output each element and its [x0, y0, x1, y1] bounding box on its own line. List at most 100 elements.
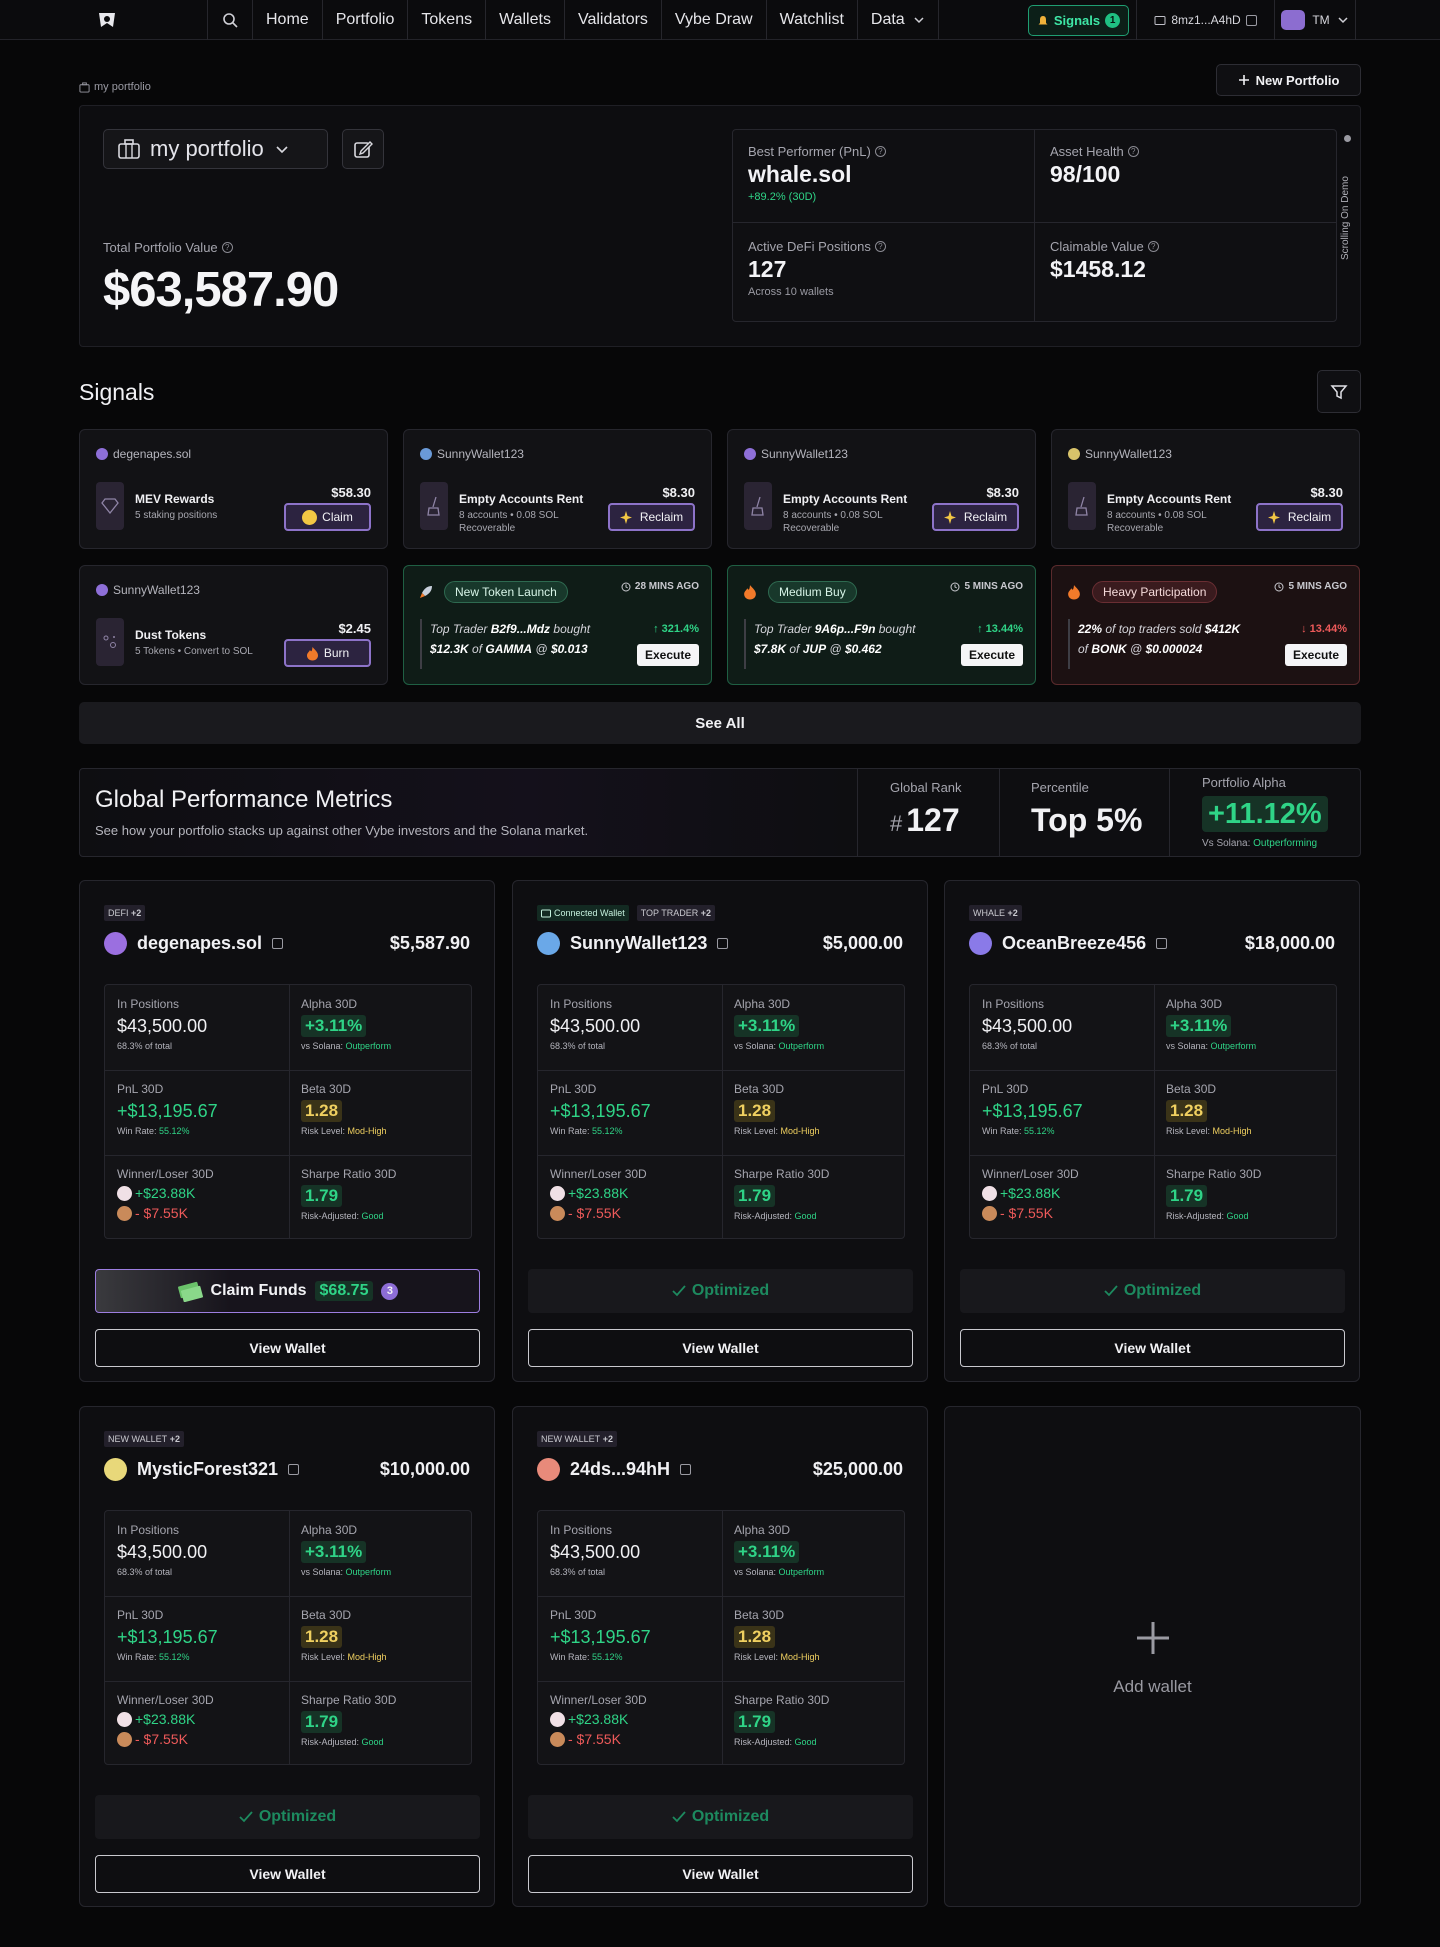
sharpe-cell: Sharpe Ratio 30D 1.79 Risk-Adjusted: Good — [722, 1681, 906, 1766]
percentile-label: Percentile — [1031, 780, 1089, 795]
reclaim-button[interactable]: Reclaim — [1256, 503, 1343, 531]
reclaim-button[interactable]: Reclaim — [932, 503, 1019, 531]
nav-tokens[interactable]: Tokens — [407, 0, 485, 40]
reclaim-button[interactable]: Reclaim — [608, 503, 695, 531]
portfolio-selector[interactable]: my portfolio — [103, 129, 328, 169]
cell-sub: Risk Level: Mod-High — [301, 1652, 461, 1662]
copy-icon[interactable] — [1245, 14, 1257, 26]
info-icon[interactable]: ? — [1127, 146, 1139, 157]
trade-percent: 22% — [1078, 622, 1103, 636]
trade-signal-card[interactable]: Medium Buy 5 MINS AGO Top Trader 9A6p...… — [727, 565, 1036, 685]
signal-card[interactable]: SunnyWallet123 Dust Tokens 5 Tokens • Co… — [79, 565, 388, 685]
alpha-value: +3.11% — [301, 1541, 367, 1563]
winner-loser-cell: Winner/Loser 30D +$23.88K - $7.55K — [105, 1155, 289, 1240]
wallet-name: degenapes.sol — [137, 933, 263, 953]
signal-card[interactable]: SunnyWallet123 Empty Accounts Rent 8 acc… — [727, 429, 1036, 549]
sharpe-cell: Sharpe Ratio 30D 1.79 Risk-Adjusted: Good — [1154, 1155, 1338, 1240]
view-wallet-button[interactable]: View Wallet — [528, 1855, 913, 1893]
winner-loser-cell: Winner/Loser 30D +$23.88K - $7.55K — [105, 1681, 289, 1766]
trade-signal-card[interactable]: Heavy Participation 5 MINS AGO 22% of to… — [1051, 565, 1360, 685]
trade-description: Top Trader B2f9...Mdz bought $12.3K of G… — [420, 619, 620, 669]
cell-label: In Positions — [982, 997, 1045, 1011]
vybe-logo-icon[interactable] — [95, 8, 119, 32]
trade-line-1: 22% of top traders sold $412K — [1078, 619, 1268, 639]
view-wallet-button[interactable]: View Wallet — [528, 1329, 913, 1367]
info-icon[interactable]: ? — [874, 146, 886, 157]
nav-home[interactable]: Home — [252, 0, 322, 40]
check-icon — [1104, 1285, 1118, 1297]
copy-icon[interactable] — [1156, 938, 1168, 949]
smiley-icon — [302, 509, 318, 525]
copy-icon[interactable] — [288, 1464, 300, 1475]
info-icon[interactable]: ? — [1147, 241, 1159, 252]
wallet-icon — [541, 909, 551, 917]
wallet-name: OceanBreeze456 — [1002, 933, 1147, 953]
percentile-cell: Percentile Top 5% — [999, 768, 1169, 857]
view-wallet-button[interactable]: View Wallet — [95, 1855, 480, 1893]
nav-data[interactable]: Data — [856, 0, 939, 40]
view-wallet-button[interactable]: View Wallet — [960, 1329, 1345, 1367]
wallet-tag: WHALE +2 — [969, 905, 1022, 921]
signal-card[interactable]: SunnyWallet123 Empty Accounts Rent 8 acc… — [403, 429, 712, 549]
view-wallet-button[interactable]: View Wallet — [95, 1329, 480, 1367]
nav-watchlist[interactable]: Watchlist — [765, 0, 857, 40]
portfolio-name: my portfolio — [150, 136, 264, 161]
nav-data-label: Data — [870, 11, 905, 28]
execute-button[interactable]: Execute — [961, 644, 1023, 666]
add-wallet-card[interactable]: Add wallet — [944, 1406, 1361, 1907]
in-positions-cell: In Positions $43,500.00 68.3% of total — [970, 985, 1154, 1070]
cell-sub-label: Win Rate: — [982, 1126, 1022, 1136]
signal-wallet: SunnyWallet123 — [744, 447, 848, 461]
nav-wallets[interactable]: Wallets — [485, 0, 564, 40]
signal-card[interactable]: degenapes.sol MEV Rewards 5 staking posi… — [79, 429, 388, 549]
signal-wallet-name: SunnyWallet123 — [437, 447, 524, 461]
claim-button[interactable]: Claim — [284, 503, 371, 531]
execute-button[interactable]: Execute — [1285, 644, 1347, 666]
nav-portfolio[interactable]: Portfolio — [321, 0, 408, 40]
connected-wallet-button[interactable]: 8mz1...A4hD — [1136, 0, 1274, 40]
search-button[interactable] — [207, 0, 252, 40]
signal-amount: $8.30 — [986, 485, 1019, 500]
wallet-card: WHALE +2 OceanBreeze456 $18,000.00 In Po… — [944, 880, 1360, 1382]
filter-button[interactable] — [1317, 370, 1361, 413]
rocket-icon — [420, 586, 432, 598]
copy-icon[interactable] — [272, 938, 284, 949]
signals-button[interactable]: Signals 1 — [1028, 5, 1129, 36]
wallet-tag-text: DEFI — [108, 908, 129, 918]
winner-value: +$23.88K — [568, 1711, 629, 1727]
stat-label: Best Performer (PnL)? — [748, 144, 886, 159]
new-portfolio-button[interactable]: New Portfolio — [1216, 64, 1361, 96]
signal-card[interactable]: SunnyWallet123 Empty Accounts Rent 8 acc… — [1051, 429, 1360, 549]
execute-button[interactable]: Execute — [637, 644, 699, 666]
cell-label: Alpha 30D — [301, 1523, 358, 1537]
trade-line-1: Top Trader 9A6p...F9n bought — [754, 619, 944, 639]
risk-level-value: Mod-High — [780, 1126, 820, 1136]
nav-validators[interactable]: Validators — [563, 0, 661, 40]
see-all-button[interactable]: See All — [79, 702, 1361, 744]
info-icon[interactable]: ? — [221, 242, 233, 253]
info-icon[interactable]: ? — [874, 241, 886, 252]
nav-vybe-draw[interactable]: Vybe Draw — [660, 0, 766, 40]
wallet-tag: NEW WALLET +2 — [104, 1431, 184, 1447]
sharpe-note: Good — [1226, 1211, 1249, 1221]
user-menu[interactable]: TM — [1274, 0, 1356, 40]
signal-amount: $8.30 — [662, 485, 695, 500]
beta-cell: Beta 30D 1.28 Risk Level: Mod-High — [289, 1596, 473, 1681]
wallet-name-row: OceanBreeze456 — [1002, 933, 1168, 954]
wallet-name: MysticForest321 — [137, 1459, 279, 1479]
breadcrumb[interactable]: my portfolio — [79, 81, 151, 93]
burn-button[interactable]: Burn — [284, 639, 371, 667]
claim-funds-button[interactable]: Claim Funds $68.75 3 — [95, 1269, 480, 1313]
trade-text: of — [472, 642, 483, 656]
loser-value: - $7.55K — [568, 1731, 621, 1747]
wallet-card: NEW WALLET +2 24ds...94hH $25,000.00 In … — [512, 1406, 928, 1907]
trade-signal-card[interactable]: New Token Launch 28 MINS AGO Top Trader … — [403, 565, 712, 685]
edit-portfolio-button[interactable] — [342, 129, 384, 169]
copy-icon[interactable] — [717, 938, 729, 949]
copy-icon[interactable] — [680, 1464, 692, 1475]
scroll-indicator-dot — [1344, 135, 1351, 142]
sharpe-note: Good — [361, 1211, 384, 1221]
cell-label: In Positions — [550, 1523, 613, 1537]
stat-label-text: Best Performer (PnL) — [748, 144, 871, 159]
alpha-sub-status: Outperforming — [1253, 838, 1318, 849]
